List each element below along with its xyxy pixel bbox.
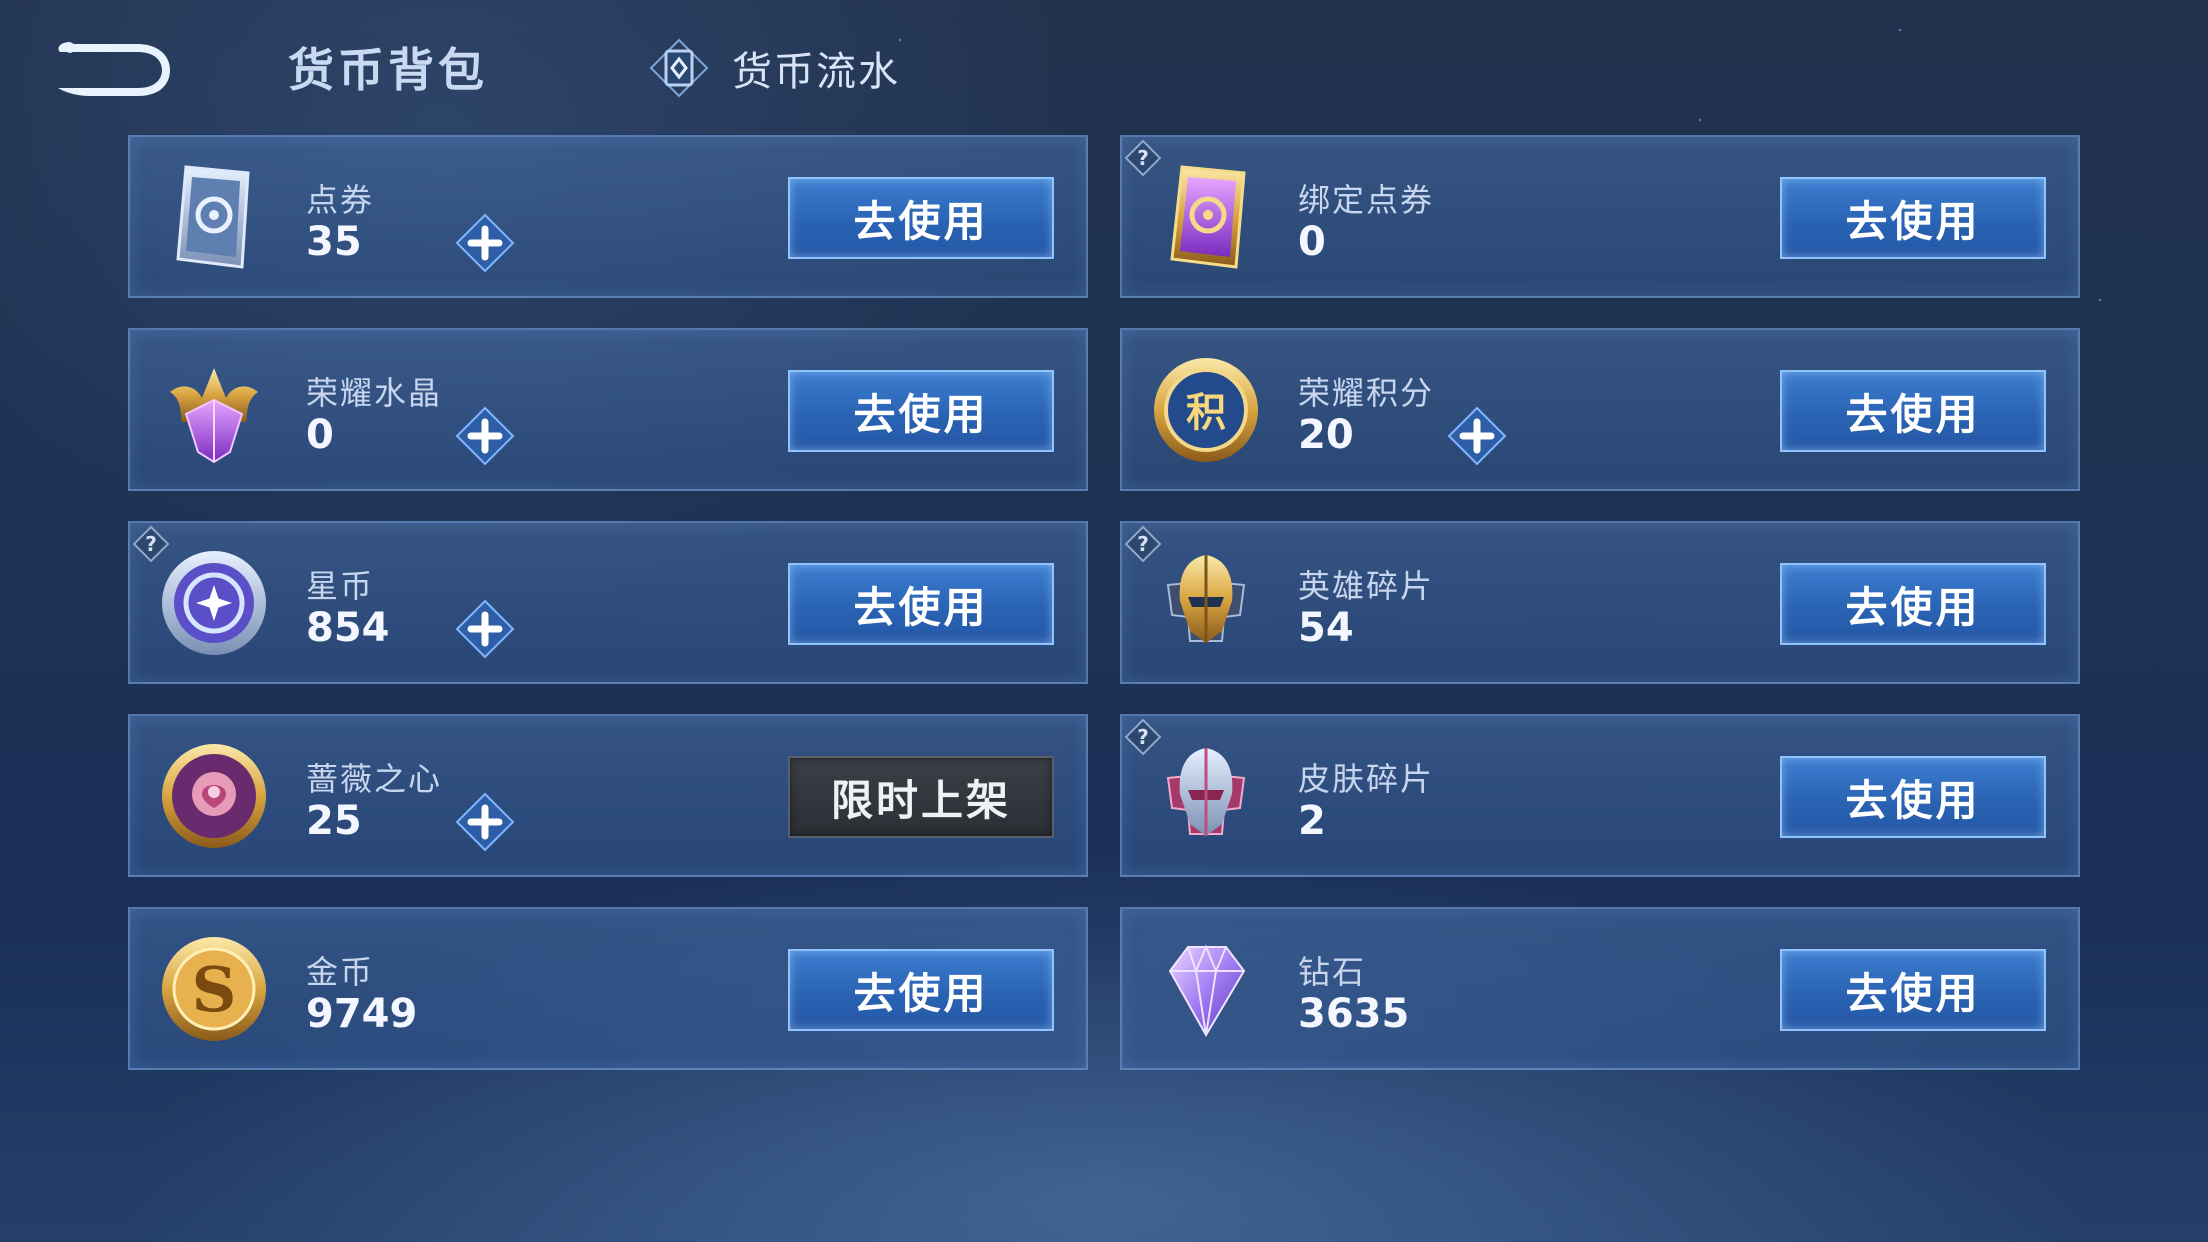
- add-currency-button[interactable]: [1447, 406, 1507, 466]
- currency-amount: 2: [1298, 798, 1326, 844]
- svg-text:?: ?: [145, 532, 157, 556]
- voucher-icon: [156, 159, 272, 275]
- plus-icon: [1447, 406, 1507, 466]
- glory-points-icon: 积: [1148, 352, 1264, 468]
- hero-fragment-icon: [1148, 545, 1264, 661]
- svg-text:?: ?: [1137, 725, 1149, 749]
- currency-card: S 金币 9749 去使用: [128, 907, 1088, 1070]
- svg-text:积: 积: [1186, 390, 1226, 436]
- help-button[interactable]: ?: [1124, 139, 1162, 177]
- star-coin-icon: [156, 545, 272, 661]
- currency-card: 荣耀水晶 0 去使用: [128, 328, 1088, 491]
- currency-card: 绑定点券 0 ? 去使用: [1120, 135, 2080, 298]
- question-mark-icon: ?: [1124, 718, 1162, 756]
- currency-name: 绑定点券: [1298, 181, 1435, 219]
- currency-name: 英雄碎片: [1298, 567, 1435, 605]
- svg-text:S: S: [192, 953, 237, 1026]
- currency-amount: 54: [1298, 605, 1354, 651]
- currency-name: 星币: [306, 567, 375, 605]
- currency-amount: 0: [1298, 219, 1326, 265]
- currency-grid: 点券 35 去使用 绑定点券 0 ? 去使用 荣耀水晶 0 去使用 积荣耀积分 20 去使…: [128, 135, 2080, 1070]
- diamond-icon: [1148, 931, 1264, 1047]
- currency-name: 荣耀水晶: [306, 374, 443, 412]
- add-currency-button[interactable]: [455, 792, 515, 852]
- help-button[interactable]: ?: [1124, 525, 1162, 563]
- currency-card: 蔷薇之心 25 限时上架: [128, 714, 1088, 877]
- plus-icon: [455, 406, 515, 466]
- ledger-icon: [649, 38, 709, 98]
- currency-amount: 35: [306, 219, 362, 265]
- currency-card: 星币 854 ? 去使用: [128, 521, 1088, 684]
- glory-crystal-icon: [156, 352, 272, 468]
- use-button[interactable]: 去使用: [1780, 563, 2046, 645]
- add-currency-button[interactable]: [455, 213, 515, 273]
- help-button[interactable]: ?: [132, 525, 170, 563]
- svg-text:?: ?: [1137, 146, 1149, 170]
- question-mark-icon: ?: [1124, 139, 1162, 177]
- skin-fragment-icon: [1148, 738, 1264, 854]
- help-button[interactable]: ?: [1124, 718, 1162, 756]
- currency-name: 荣耀积分: [1298, 374, 1435, 412]
- currency-amount: 0: [306, 412, 334, 458]
- currency-card: 皮肤碎片 2 ? 去使用: [1120, 714, 2080, 877]
- plus-icon: [455, 792, 515, 852]
- currency-amount: 25: [306, 798, 362, 844]
- rose-heart-icon: [156, 738, 272, 854]
- currency-name: 金币: [306, 953, 375, 991]
- svg-text:?: ?: [1137, 532, 1149, 556]
- currency-name: 蔷薇之心: [306, 760, 443, 798]
- back-button[interactable]: [50, 34, 170, 100]
- currency-card: 点券 35 去使用: [128, 135, 1088, 298]
- currency-card: 钻石 3635 去使用: [1120, 907, 2080, 1070]
- currency-amount: 854: [306, 605, 390, 651]
- currency-amount: 9749: [306, 991, 418, 1037]
- currency-name: 点券: [306, 181, 375, 219]
- currency-flow-label: 货币流水: [732, 49, 900, 95]
- gold-coin-icon: S: [156, 931, 272, 1047]
- currency-card: 英雄碎片 54 ? 去使用: [1120, 521, 2080, 684]
- page-title: 货币背包: [288, 43, 488, 97]
- currency-amount: 3635: [1298, 991, 1410, 1037]
- add-currency-button[interactable]: [455, 406, 515, 466]
- currency-amount: 20: [1298, 412, 1354, 458]
- plus-icon: [455, 213, 515, 273]
- use-button[interactable]: 去使用: [788, 563, 1054, 645]
- use-button[interactable]: 去使用: [1780, 177, 2046, 259]
- use-button[interactable]: 去使用: [1780, 949, 2046, 1031]
- limited-listing-button[interactable]: 限时上架: [788, 756, 1054, 838]
- currency-name: 皮肤碎片: [1298, 760, 1435, 798]
- back-arrow-icon: [58, 42, 170, 96]
- question-mark-icon: ?: [1124, 525, 1162, 563]
- question-mark-icon: ?: [132, 525, 170, 563]
- use-button[interactable]: 去使用: [1780, 756, 2046, 838]
- use-button[interactable]: 去使用: [1780, 370, 2046, 452]
- use-button[interactable]: 去使用: [788, 370, 1054, 452]
- plus-icon: [455, 599, 515, 659]
- add-currency-button[interactable]: [455, 599, 515, 659]
- use-button[interactable]: 去使用: [788, 177, 1054, 259]
- currency-card: 积 荣耀积分 20 去使用: [1120, 328, 2080, 491]
- currency-name: 钻石: [1298, 953, 1367, 991]
- use-button[interactable]: 去使用: [788, 949, 1054, 1031]
- currency-flow-tab[interactable]: 货币流水: [648, 38, 900, 98]
- bound-voucher-icon: [1148, 159, 1264, 275]
